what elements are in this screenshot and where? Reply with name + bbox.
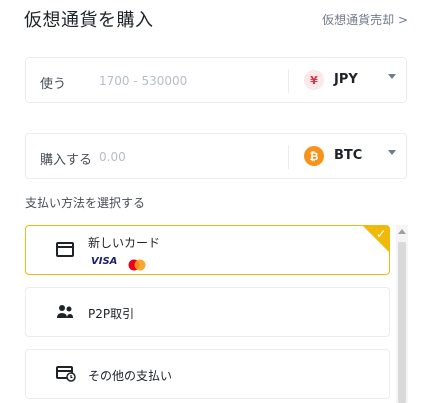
chevron-down-icon[interactable]	[388, 74, 396, 79]
mastercard-logo	[127, 256, 147, 275]
field-divider	[288, 145, 289, 169]
spend-amount-input[interactable]: 1700 - 530000	[99, 74, 187, 88]
receive-currency-code[interactable]: BTC	[334, 148, 362, 163]
spend-field[interactable]: 使う 1700 - 530000 ¥ JPY	[25, 57, 407, 103]
jpy-icon: ¥	[304, 70, 324, 90]
field-divider	[288, 69, 289, 93]
chevron-down-icon[interactable]	[388, 150, 396, 155]
payment-option-label: 新しいカード	[88, 236, 161, 250]
payment-option-new-card[interactable]: 新しいカード VISA ✓	[25, 225, 390, 275]
users-icon	[56, 304, 74, 324]
check-icon: ✓	[375, 227, 386, 241]
receive-label: 購入する	[40, 153, 93, 168]
card-icon	[56, 242, 74, 261]
payment-option-p2p[interactable]: P2P取引	[25, 287, 390, 337]
btc-icon: ₿	[304, 146, 324, 166]
spend-currency-code[interactable]: JPY	[334, 72, 358, 87]
sell-crypto-link[interactable]: 仮想通貨売却 >	[322, 11, 408, 28]
other-payment-icon	[56, 366, 76, 386]
receive-amount-input[interactable]: 0.00	[99, 150, 126, 164]
payment-option-other[interactable]: その他の支払い	[25, 349, 390, 399]
spend-label: 使う	[40, 77, 67, 92]
scroll-up-arrow[interactable]	[398, 229, 406, 234]
payment-option-label: P2P取引	[88, 307, 135, 321]
payment-method-label: 支払い方法を選択する	[25, 196, 146, 210]
payment-option-label: その他の支払い	[88, 369, 173, 383]
page-title: 仮想通貨を購入	[24, 10, 154, 31]
visa-logo: VISA	[91, 256, 118, 267]
receive-field[interactable]: 購入する 0.00 ₿ BTC	[25, 133, 407, 179]
scrollbar-thumb[interactable]	[398, 242, 406, 403]
